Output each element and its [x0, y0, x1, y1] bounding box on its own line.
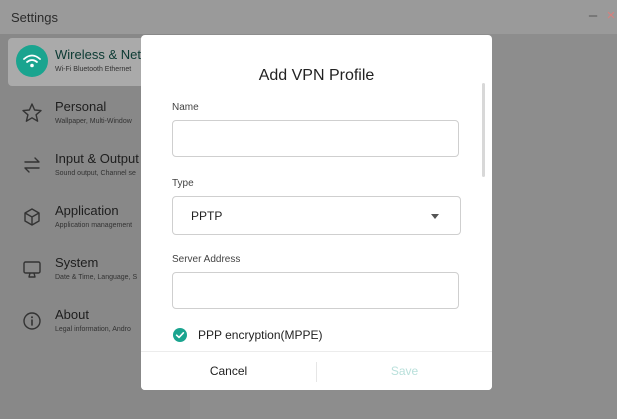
- package-icon: [16, 201, 48, 233]
- monitor-icon: [16, 253, 48, 285]
- star-icon: [16, 97, 48, 129]
- save-button[interactable]: Save: [317, 352, 492, 390]
- server-address-label: Server Address: [172, 254, 241, 265]
- dropdown-arrow-icon: [431, 214, 439, 219]
- name-input[interactable]: [172, 120, 459, 157]
- sidebar-item-subtitle: Wallpaper, Multi-Window: [55, 118, 132, 125]
- sidebar-item-title: Wireless & Netw: [55, 47, 151, 62]
- server-address-input[interactable]: [172, 272, 459, 309]
- add-vpn-dialog: Add VPN Profile Name Type PPTP Server Ad…: [141, 35, 492, 390]
- sidebar-item-subtitle: Date & Time, Language, S: [55, 274, 138, 281]
- wifi-icon: [16, 45, 48, 77]
- checkmark-icon[interactable]: [173, 328, 187, 342]
- close-button[interactable]: ×: [604, 7, 617, 25]
- cancel-button[interactable]: Cancel: [141, 352, 316, 390]
- sidebar-item-title: About: [55, 307, 89, 322]
- sidebar-item-title: Input & Output: [55, 151, 139, 166]
- sidebar-item-subtitle: Sound output, Channel se: [55, 170, 136, 177]
- title-bar: Settings – ×: [0, 0, 617, 34]
- dialog-scrollbar[interactable]: [482, 83, 485, 177]
- sidebar-item-title: Personal: [55, 99, 107, 114]
- type-select[interactable]: PPTP: [172, 196, 461, 235]
- sidebar-item-title: Application: [55, 203, 119, 218]
- swap-arrows-icon: [16, 149, 48, 181]
- dialog-title: Add VPN Profile: [258, 67, 375, 84]
- ppp-encryption-label[interactable]: PPP encryption(MPPE): [198, 328, 323, 342]
- sidebar-item-subtitle: Legal information, Andro: [55, 326, 131, 333]
- sidebar-item-subtitle: Application management: [55, 222, 133, 229]
- window-title: Settings: [11, 10, 58, 25]
- type-select-value: PPTP: [191, 209, 223, 223]
- name-label: Name: [172, 102, 199, 113]
- dialog-footer: Cancel Save: [141, 351, 492, 390]
- minimize-button[interactable]: –: [586, 7, 600, 25]
- sidebar-item-subtitle: Wi-Fi Bluetooth Ethernet: [55, 66, 132, 73]
- type-label: Type: [172, 178, 194, 189]
- info-icon: [16, 305, 48, 337]
- sidebar-item-title: System: [55, 255, 99, 270]
